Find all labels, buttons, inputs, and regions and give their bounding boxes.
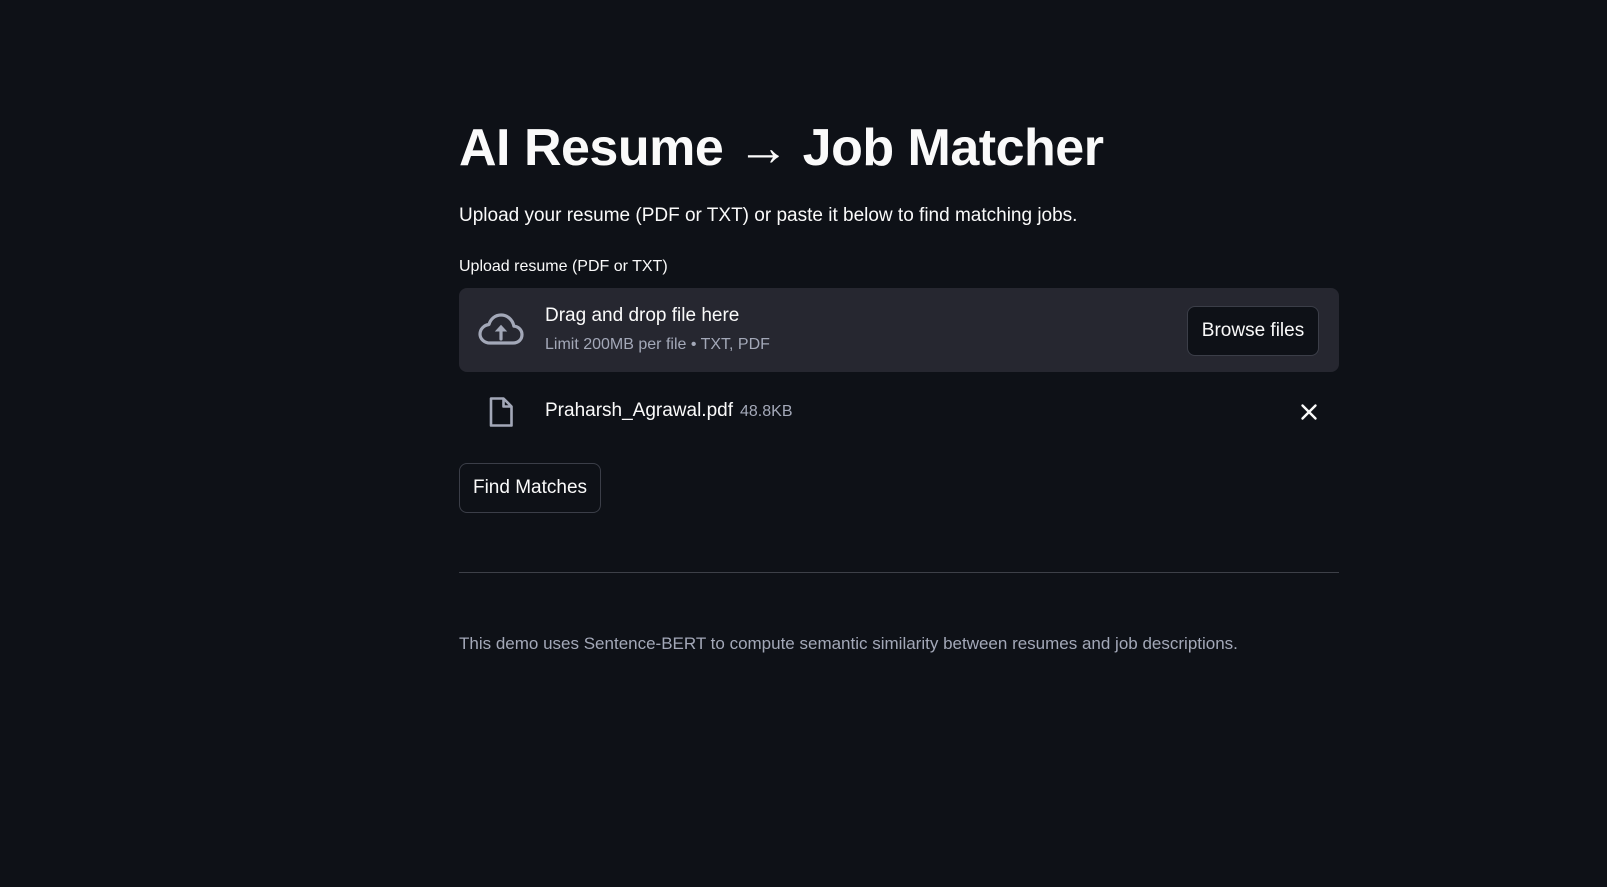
uploaded-file-name: Praharsh_Agrawal.pdf: [545, 400, 733, 421]
browse-files-button[interactable]: Browse files: [1187, 306, 1319, 356]
file-dropzone[interactable]: Drag and drop file here Limit 200MB per …: [459, 288, 1339, 372]
footer-caption: This demo uses Sentence-BERT to compute …: [459, 634, 1238, 653]
page-subtitle: Upload your resume (PDF or TXT) or paste…: [459, 205, 1078, 226]
uploader-label: Upload resume (PDF or TXT): [459, 258, 668, 275]
find-matches-button[interactable]: Find Matches: [459, 463, 601, 513]
uploaded-file-row: Praharsh_Agrawal.pdf 48.8KB: [459, 390, 1339, 434]
page-title: AI Resume → Job Matcher: [459, 119, 1104, 177]
uploaded-file-size: 48.8KB: [740, 403, 793, 420]
dropzone-limit-text: Limit 200MB per file • TXT, PDF: [545, 336, 770, 353]
section-divider: [459, 572, 1339, 573]
cloud-upload-icon: [478, 310, 524, 350]
close-icon: [1297, 404, 1321, 427]
remove-file-button[interactable]: [1297, 400, 1321, 424]
dropzone-title: Drag and drop file here: [545, 305, 740, 326]
file-icon: [488, 396, 514, 428]
